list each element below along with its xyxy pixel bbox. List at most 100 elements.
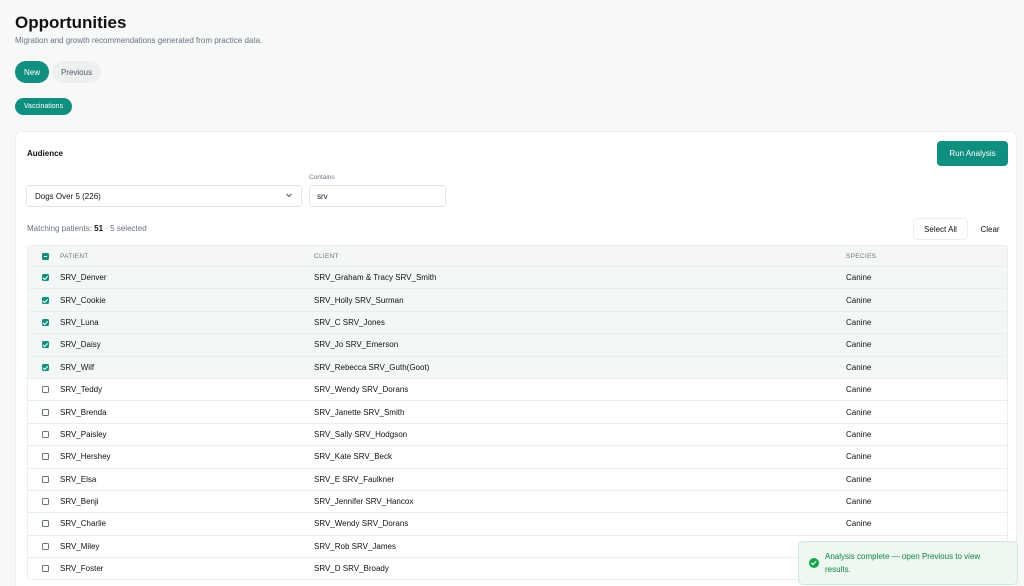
client-cell: SRV_Rob SRV_James — [314, 541, 396, 551]
row-checkbox-cell[interactable] — [28, 341, 60, 349]
table-row[interactable]: SRV_Paisley SRV_Sally SRV_Hodgson Canine — [28, 422, 1007, 445]
row-checkbox-cell[interactable] — [28, 453, 60, 461]
checkbox-icon[interactable] — [41, 386, 49, 394]
checkbox-icon[interactable] — [41, 341, 49, 349]
table-row[interactable]: SRV_Luna SRV_C SRV_Jones Canine — [28, 310, 1007, 334]
table-row[interactable]: SRV_Hershey SRV_Kate SRV_Beck Canine — [28, 445, 1007, 467]
species-cell: Canine — [846, 317, 872, 327]
checkbox-icon[interactable] — [41, 296, 49, 304]
table-row[interactable]: SRV_Brenda SRV_Janette SRV_Smith Canine — [28, 400, 1007, 422]
table-row[interactable]: SRV_Benji SRV_Jennifer SRV_Hancox Canine — [28, 489, 1007, 512]
checkbox-icon[interactable] — [41, 430, 49, 438]
species-cell: Canine — [846, 474, 872, 484]
run-analysis-button[interactable]: Run Analysis — [937, 141, 1008, 166]
patient-cell: SRV_Brenda — [60, 407, 107, 417]
checkbox-icon[interactable] — [41, 498, 49, 506]
table-row[interactable]: SRV_Wilf SRV_Rebecca SRV_Guth(Goot) Canine — [28, 355, 1007, 378]
patient-cell: SRV_Denver — [60, 273, 107, 283]
tab-previous[interactable]: Previous — [52, 61, 101, 83]
client-cell: SRV_Jo SRV_Emerson — [314, 340, 399, 350]
select-all-checkbox-cell[interactable] — [28, 252, 60, 260]
client-cell: SRV_Sally SRV_Hodgson — [314, 429, 408, 439]
patient-cell: SRV_Elsa — [60, 474, 97, 484]
client-cell: SRV_Jennifer SRV_Hancox — [314, 497, 414, 507]
checkbox-icon[interactable] — [41, 565, 49, 573]
toast-notification: Analysis complete — open Previous to vie… — [798, 541, 1018, 585]
row-checkbox-cell[interactable] — [28, 520, 60, 528]
contains-label: Contains — [309, 174, 335, 181]
species-cell: Canine — [846, 273, 872, 283]
patient-cell: SRV_Teddy — [60, 385, 103, 395]
table-row[interactable]: SRV_Denver SRV_Graham & Tracy SRV_Smith Ca… — [28, 266, 1007, 289]
client-cell: SRV_Holly SRV_Surman — [314, 295, 404, 305]
matching-prefix: Matching patients: — [27, 224, 95, 233]
species-cell: Canine — [846, 452, 872, 462]
contains-input[interactable]: srv — [309, 185, 446, 207]
checkbox-icon[interactable] — [41, 274, 49, 282]
checkbox-icon[interactable] — [41, 363, 49, 371]
category-chip-vaccinations[interactable]: Vaccinations — [15, 98, 72, 115]
table-row[interactable]: SRV_Charlie SRV_Wendy SRV_Dorans Canine — [28, 512, 1007, 534]
page-subtitle: Migration and growth recommendations gen… — [15, 36, 263, 45]
audience-label: Audience — [27, 149, 64, 158]
audience-card: Audience Run Analysis Dogs Over 5 (226) … — [15, 131, 1017, 586]
species-cell: Canine — [846, 340, 872, 350]
table-row[interactable]: SRV_Elsa SRV_E SRV_Faulkner Canine — [28, 467, 1007, 490]
species-cell: Canine — [846, 407, 872, 417]
row-checkbox-cell[interactable] — [28, 542, 60, 550]
select-all-button[interactable]: Select All — [913, 218, 968, 240]
client-cell: SRV_Kate SRV_Beck — [314, 452, 392, 462]
species-cell: Canine — [846, 429, 872, 439]
column-header-patient: PATIENT — [60, 252, 89, 260]
patient-cell: SRV_Hershey — [60, 452, 111, 462]
checkbox-icon[interactable] — [41, 520, 49, 528]
patient-cell: SRV_Cookie — [60, 295, 106, 305]
client-cell: SRV_E SRV_Faulkner — [314, 474, 395, 484]
client-cell: SRV_Wendy SRV_Dorans — [314, 385, 409, 395]
checkbox-icon[interactable] — [41, 453, 49, 461]
row-checkbox-cell[interactable] — [28, 498, 60, 506]
matching-count: 51 — [94, 224, 104, 233]
row-checkbox-cell[interactable] — [28, 430, 60, 438]
checkbox-icon[interactable] — [41, 318, 49, 326]
row-checkbox-cell[interactable] — [28, 318, 60, 326]
row-checkbox-cell[interactable] — [28, 475, 60, 483]
checkbox-icon[interactable] — [41, 252, 49, 260]
client-cell: SRV_Wendy SRV_Dorans — [314, 519, 409, 529]
patients-table: PATIENT CLIENT SPECIES SRV_Denver SRV_Gra… — [27, 245, 1008, 581]
client-cell: SRV_D SRV_Broady — [314, 564, 389, 574]
species-cell: Canine — [846, 519, 872, 529]
table-header: PATIENT CLIENT SPECIES — [28, 246, 1007, 266]
checkbox-icon[interactable] — [41, 542, 49, 550]
patient-cell: SRV_Luna — [60, 317, 99, 327]
client-cell: SRV_Graham & Tracy SRV_Smith — [314, 273, 437, 283]
row-checkbox-cell[interactable] — [28, 274, 60, 282]
checkbox-icon[interactable] — [41, 475, 49, 483]
patient-cell: SRV_Benji — [60, 497, 99, 507]
client-cell: SRV_Rebecca SRV_Guth(Goot) — [314, 362, 430, 372]
table-row[interactable]: SRV_Daisy SRV_Jo SRV_Emerson Canine — [28, 333, 1007, 356]
row-checkbox-cell[interactable] — [28, 363, 60, 371]
client-cell: SRV_Janette SRV_Smith — [314, 407, 405, 417]
species-cell: Canine — [846, 497, 872, 507]
row-checkbox-cell[interactable] — [28, 296, 60, 304]
row-checkbox-cell[interactable] — [28, 565, 60, 573]
matching-suffix: · 5 selected — [103, 224, 147, 233]
table-row[interactable]: SRV_Teddy SRV_Wendy SRV_Dorans Canine — [28, 377, 1007, 400]
row-checkbox-cell[interactable] — [28, 408, 60, 416]
species-cell: Canine — [846, 385, 872, 395]
species-cell: Canine — [846, 362, 872, 372]
audience-segment-value: Dogs Over 5 (226) — [35, 191, 101, 201]
chevron-down-icon — [286, 193, 292, 198]
checkbox-icon[interactable] — [41, 408, 49, 416]
clear-button[interactable]: Clear — [974, 218, 1006, 240]
check-circle-icon — [809, 558, 819, 568]
row-checkbox-cell[interactable] — [28, 386, 60, 394]
column-header-species: SPECIES — [846, 252, 877, 260]
table-body: SRV_Denver SRV_Graham & Tracy SRV_Smith Ca… — [28, 266, 1007, 579]
tab-new[interactable]: New — [15, 61, 49, 83]
patient-cell: SRV_Miley — [60, 541, 100, 551]
patient-cell: SRV_Foster — [60, 564, 104, 574]
audience-segment-select[interactable]: Dogs Over 5 (226) — [26, 185, 302, 207]
table-row[interactable]: SRV_Cookie SRV_Holly SRV_Surman Canine — [28, 288, 1007, 311]
